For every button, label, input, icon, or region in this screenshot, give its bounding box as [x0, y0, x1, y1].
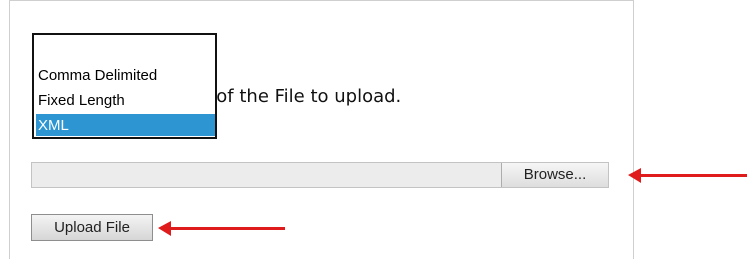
file-upload-field[interactable]: Browse...: [31, 162, 609, 188]
format-option-fixed-length[interactable]: Fixed Length: [36, 89, 215, 112]
arrow-left-icon: [628, 168, 747, 183]
format-option-comma-delimited[interactable]: Comma Delimited: [36, 64, 215, 87]
upload-file-button[interactable]: Upload File: [31, 214, 153, 241]
browse-button[interactable]: Browse...: [501, 163, 608, 187]
upload-page: d location of the File to upload. Comma …: [0, 0, 747, 259]
file-path-input[interactable]: [32, 163, 500, 187]
format-option-xml[interactable]: XML: [36, 114, 215, 136]
arrow-left-icon: [158, 221, 285, 236]
file-format-listbox[interactable]: Comma Delimited Fixed Length XML: [32, 33, 217, 139]
